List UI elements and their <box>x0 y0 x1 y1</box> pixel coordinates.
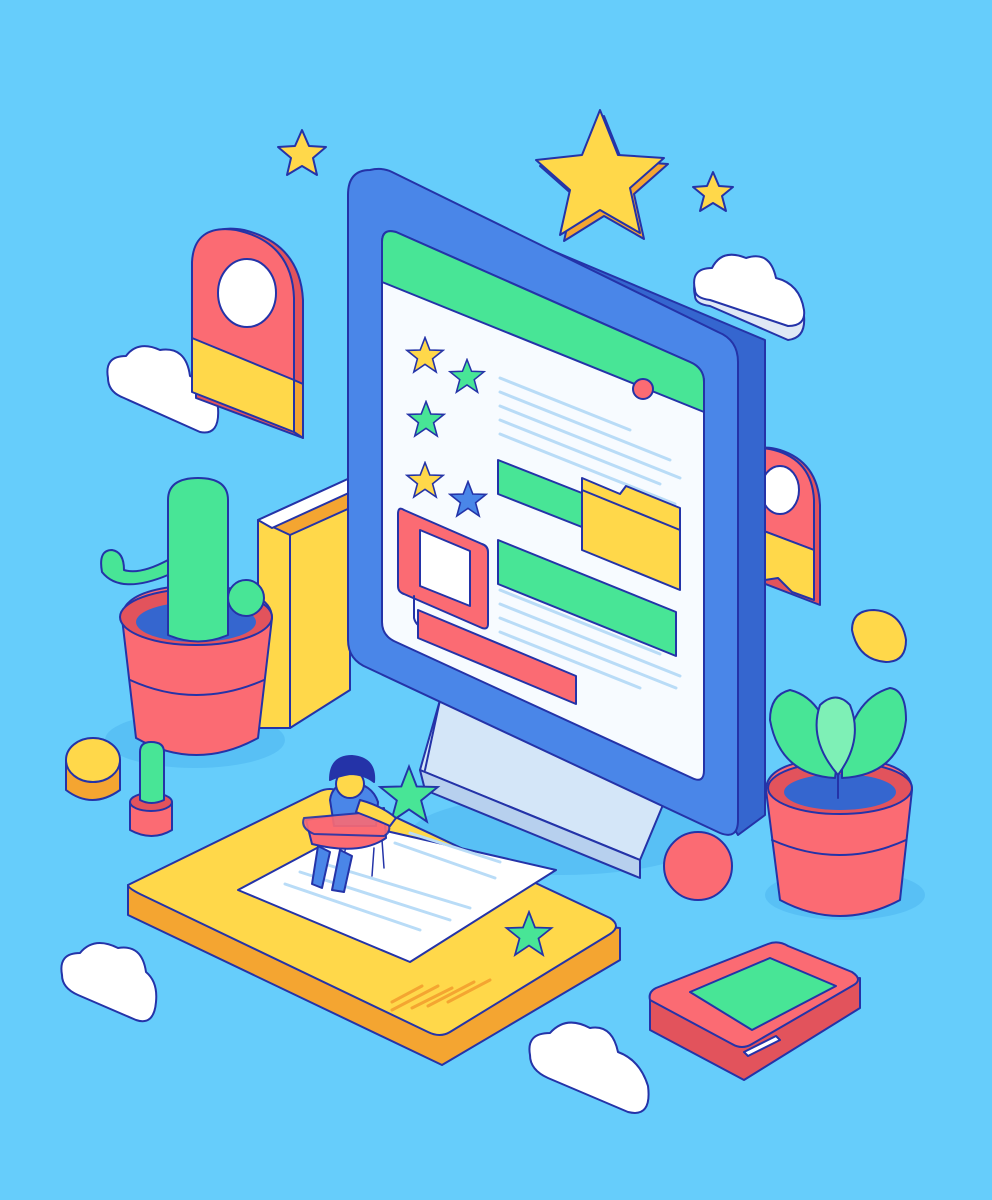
cylinder-shape <box>65 737 121 801</box>
close-dot-icon[interactable] <box>632 378 654 400</box>
succulent-icon <box>765 687 913 917</box>
ball-shape <box>663 831 733 901</box>
illustration-canvas <box>0 0 992 1200</box>
